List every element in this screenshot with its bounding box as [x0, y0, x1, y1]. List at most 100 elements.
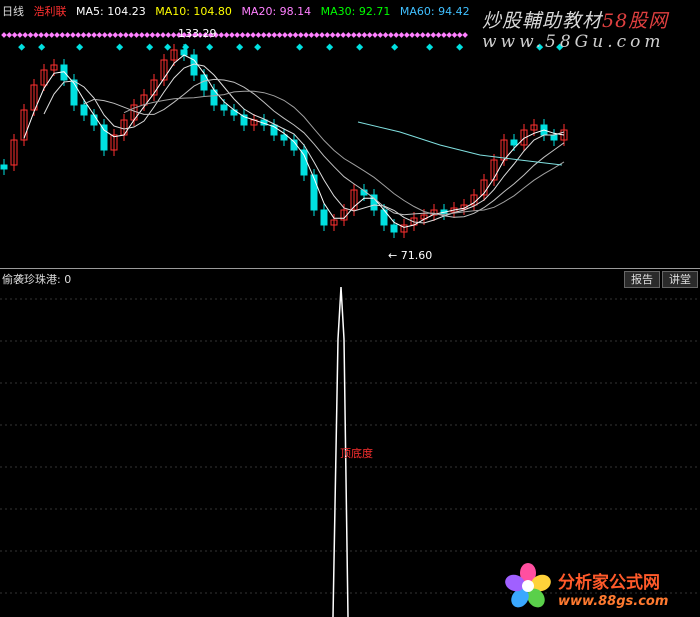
marker-diamond [116, 43, 124, 51]
price-chart-pane[interactable]: 133.29 ← 71.60 日线 浩利联 MA5: 104.23 MA10: 1… [0, 0, 700, 268]
marker-diamond [296, 43, 304, 51]
marker-dot [234, 32, 241, 38]
marker-dot [218, 32, 225, 38]
candle-body [220, 104, 228, 111]
candle-body [320, 209, 328, 226]
candle-body [510, 139, 518, 146]
marker-diamond [356, 43, 364, 51]
lecture-button[interactable]: 讲堂 [662, 271, 698, 288]
marker-dot [361, 32, 368, 38]
ma30-legend: MA30: 92.71 [320, 5, 391, 18]
marker-dot [419, 32, 426, 38]
ma10-legend: MA10: 104.80 [155, 5, 232, 18]
marker-dot [43, 32, 50, 38]
marker-diamond [18, 43, 26, 51]
marker-dot [308, 32, 315, 38]
marker-dot [340, 32, 347, 38]
marker-dot [403, 32, 410, 38]
marker-diamond [164, 43, 172, 51]
marker-dot [282, 32, 288, 38]
marker-dot [462, 32, 468, 38]
candle-body [180, 49, 188, 56]
marker-dot [271, 32, 278, 38]
candle-body [0, 164, 8, 170]
marker-dot [292, 32, 299, 38]
marker-dot [54, 32, 60, 38]
marker-dot [287, 32, 294, 38]
marker-dot [107, 32, 113, 38]
marker-dot [138, 32, 145, 38]
ma5-legend: MA5: 104.23 [76, 5, 146, 18]
marker-dot [409, 32, 415, 38]
marker-dot [165, 32, 172, 38]
marker-dot [149, 32, 156, 38]
marker-diamond [206, 43, 214, 51]
ma20-legend: MA20: 98.14 [241, 5, 312, 18]
marker-diamond [76, 43, 84, 51]
signal-label: 顶底度 [340, 446, 373, 460]
marker-dot [398, 32, 405, 38]
marker-dot [133, 32, 140, 38]
high-price-label: 133.29 [178, 27, 217, 40]
ma60-legend: MA60: 94.42 [399, 5, 470, 18]
marker-dot [276, 32, 283, 38]
marker-dot [414, 32, 421, 38]
ma20-line [83, 78, 565, 218]
marker-dot [430, 32, 437, 38]
report-button[interactable]: 报告 [624, 271, 660, 288]
marker-dot [345, 32, 352, 38]
marker-diamond [254, 43, 262, 51]
watermark-url: www.58Gu.com [482, 32, 665, 52]
marker-dot [6, 32, 13, 38]
marker-dot [1, 32, 7, 38]
chart-header: 日线 浩利联 MA5: 104.23 MA10: 104.80 MA20: 98… [2, 3, 476, 19]
marker-dot [297, 32, 304, 38]
ma30-line [123, 90, 565, 215]
marker-dot [96, 32, 103, 38]
marker-dot [456, 32, 463, 38]
marker-diamond [456, 43, 464, 51]
marker-dot [64, 32, 71, 38]
marker-dot [451, 32, 458, 38]
marker-diamond [326, 43, 334, 51]
candle-body [550, 134, 558, 141]
marker-dot [350, 32, 357, 38]
marker-dot [70, 32, 76, 38]
marker-dot [425, 32, 431, 38]
candle-body [230, 109, 238, 116]
marker-dot [366, 32, 373, 38]
marker-dot [91, 32, 97, 38]
candle-body [310, 174, 318, 211]
marker-dot [128, 32, 135, 38]
indicator-title: 偷袭珍珠港: 0 [2, 273, 72, 286]
candle-body [80, 104, 88, 116]
marker-dot [250, 32, 256, 38]
watermark-title-b: 58股网 [602, 10, 669, 32]
marker-dot [313, 32, 320, 38]
marker-dot [356, 32, 362, 38]
marker-dot [80, 32, 87, 38]
candle-body [90, 114, 98, 126]
marker-dot [266, 32, 272, 38]
ma10-line [43, 63, 565, 224]
marker-dot [112, 32, 119, 38]
marker-diamond [146, 43, 154, 51]
marker-dot [32, 32, 39, 38]
marker-dot [255, 32, 262, 38]
marker-dot [441, 32, 447, 38]
marker-dot [38, 32, 44, 38]
marker-dot [393, 32, 400, 38]
marker-dot [123, 32, 129, 38]
marker-dot [319, 32, 325, 38]
marker-dot [435, 32, 442, 38]
marker-dot [117, 32, 124, 38]
candle-body [390, 224, 398, 233]
marker-dot [329, 32, 336, 38]
marker-dot [160, 32, 166, 38]
low-price-label: ← 71.60 [388, 249, 432, 262]
marker-dot [382, 32, 389, 38]
marker-dot [239, 32, 246, 38]
marker-dot [11, 32, 18, 38]
marker-dot [22, 32, 29, 38]
marker-dot [446, 32, 453, 38]
